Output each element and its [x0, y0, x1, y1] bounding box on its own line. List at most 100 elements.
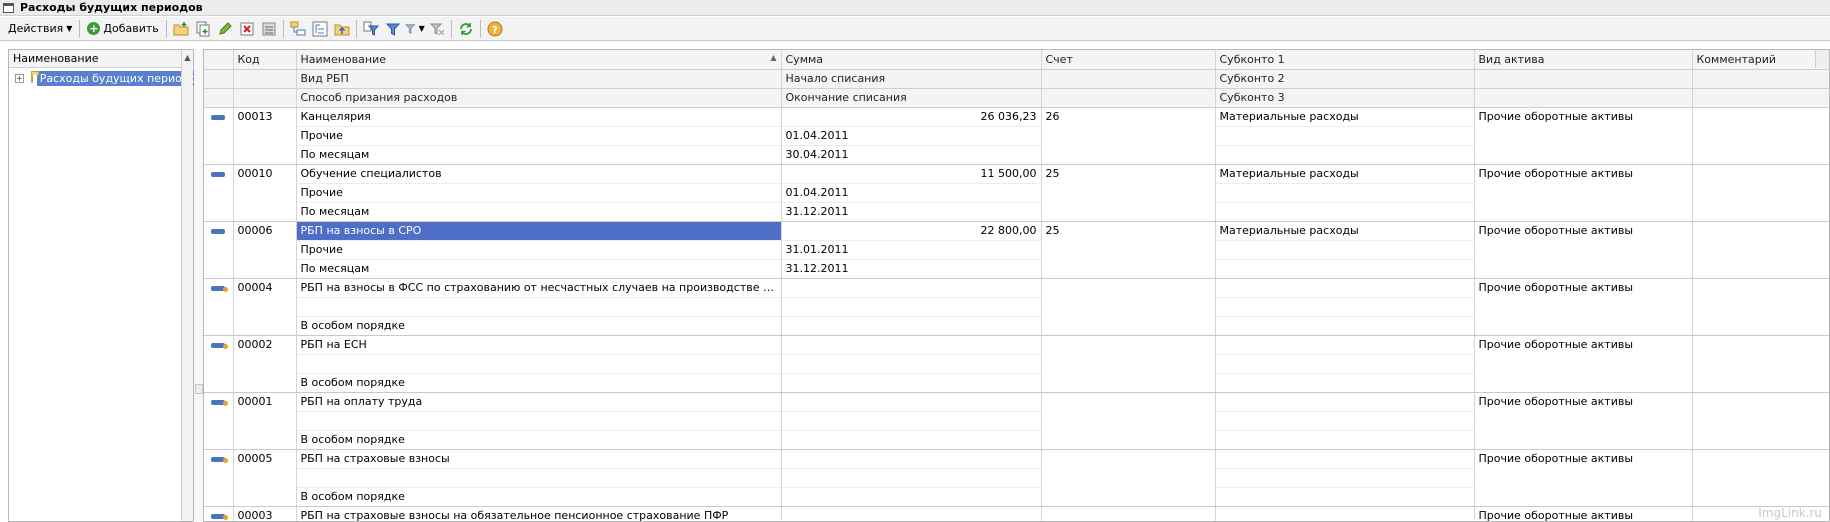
cell-empty[interactable] [1692, 487, 1829, 507]
row-icon-cell[interactable] [204, 468, 234, 487]
cell-asset-type[interactable]: Прочие оборотные активы [1474, 107, 1693, 126]
table-row[interactable]: 00003 РБП на страховые взносы на обязате… [204, 506, 1829, 521]
cell-empty[interactable] [233, 468, 297, 487]
table-row[interactable]: 00004 РБП на взносы в ФСС по страхованию… [204, 278, 1829, 336]
cell-subkonto1[interactable] [1215, 335, 1475, 355]
cell-subkonto3[interactable] [1215, 373, 1475, 393]
cell-empty[interactable] [1474, 240, 1693, 259]
cell-method[interactable]: В особом порядке [296, 487, 782, 507]
header-icon-column[interactable] [204, 50, 234, 70]
row-icon-cell[interactable] [204, 392, 234, 411]
header-empty[interactable] [233, 88, 297, 108]
cell-name[interactable]: РБП на страховые взносы на обязательное … [296, 506, 782, 521]
cell-empty[interactable] [1692, 430, 1829, 450]
cell-code[interactable]: 00006 [233, 221, 297, 240]
cell-name[interactable]: РБП на ЕСН [296, 335, 782, 355]
cell-subkonto1[interactable] [1215, 278, 1475, 298]
cell-empty[interactable] [233, 316, 297, 336]
cell-sum[interactable]: 26 036,23 [781, 107, 1042, 127]
row-icon-cell[interactable] [204, 506, 234, 521]
cell-method[interactable]: По месяцам [296, 145, 782, 165]
cell-empty[interactable] [1692, 202, 1829, 222]
row-icon-cell[interactable] [204, 430, 234, 450]
cell-empty[interactable] [1474, 373, 1693, 393]
header-empty[interactable] [1474, 88, 1693, 108]
row-icon-cell[interactable] [204, 202, 234, 222]
cell-asset-type[interactable]: Прочие оборотные активы [1474, 278, 1693, 297]
cell-empty[interactable] [1474, 202, 1693, 222]
header-rbp-type[interactable]: Вид РБП [296, 69, 782, 89]
cell-empty[interactable] [1692, 297, 1829, 316]
cell-rbp-type[interactable]: Прочие [296, 240, 782, 260]
cell-asset-type[interactable]: Прочие оборотные активы [1474, 449, 1693, 468]
cell-empty[interactable] [1474, 487, 1693, 507]
header-start[interactable]: Начало списания [781, 69, 1042, 89]
actions-menu-button[interactable]: Действия ▼ [4, 19, 76, 39]
header-empty[interactable] [233, 69, 297, 89]
cell-name[interactable]: Канцелярия [296, 107, 782, 127]
cell-empty[interactable] [1474, 430, 1693, 450]
cell-start[interactable]: 01.04.2011 [781, 126, 1042, 146]
cell-comment[interactable] [1692, 221, 1829, 240]
cell-empty[interactable] [233, 487, 297, 507]
row-icon-cell[interactable] [204, 240, 234, 259]
cell-empty[interactable] [1041, 259, 1216, 279]
cell-start[interactable]: 31.01.2011 [781, 240, 1042, 260]
cell-comment[interactable] [1692, 392, 1829, 411]
cell-comment[interactable] [1692, 278, 1829, 297]
cell-sum[interactable] [781, 506, 1042, 521]
header-subkonto3[interactable]: Субконто 3 [1215, 88, 1475, 108]
cell-asset-type[interactable]: Прочие оборотные активы [1474, 164, 1693, 183]
cell-empty[interactable] [1692, 354, 1829, 373]
cell-empty[interactable] [1041, 183, 1216, 202]
cell-sum[interactable] [781, 278, 1042, 298]
cell-empty[interactable] [1692, 183, 1829, 202]
filter-settings-button[interactable] [361, 19, 381, 39]
table-row[interactable]: 00002 РБП на ЕСН Прочие оборотные активы… [204, 335, 1829, 393]
cell-subkonto2[interactable] [1215, 354, 1475, 374]
header-empty[interactable] [1692, 88, 1829, 108]
row-icon-cell[interactable] [204, 278, 234, 297]
header-icon-column[interactable] [204, 69, 234, 89]
filter-by-value-button[interactable] [383, 19, 403, 39]
grid-vertical-scrollbar[interactable] [1815, 50, 1829, 68]
cell-empty[interactable] [1041, 126, 1216, 145]
row-icon-cell[interactable] [204, 221, 234, 240]
cell-empty[interactable] [1474, 145, 1693, 165]
header-comment[interactable]: Комментарий [1692, 50, 1829, 70]
cell-subkonto2[interactable] [1215, 126, 1475, 146]
clear-filter-button[interactable] [427, 19, 447, 39]
cell-empty[interactable] [1692, 411, 1829, 430]
table-row[interactable]: 00001 РБП на оплату труда Прочие оборотн… [204, 392, 1829, 450]
cell-empty[interactable] [1041, 354, 1216, 373]
row-icon-cell[interactable] [204, 449, 234, 468]
cell-account[interactable]: 25 [1041, 164, 1216, 183]
cell-code[interactable]: 00003 [233, 506, 297, 521]
cell-empty[interactable] [1692, 126, 1829, 145]
cell-start[interactable] [781, 468, 1042, 488]
table-row[interactable]: 00010 Обучение специалистов 11 500,00 25… [204, 164, 1829, 222]
cell-name[interactable]: РБП на страховые взносы [296, 449, 782, 469]
table-row[interactable]: 00013 Канцелярия 26 036,23 26 Материальн… [204, 107, 1829, 165]
cell-start[interactable] [781, 354, 1042, 374]
delete-button[interactable] [237, 19, 257, 39]
cell-subkonto3[interactable] [1215, 202, 1475, 222]
expand-icon[interactable]: + [15, 73, 24, 83]
tree-item[interactable]: + Расходы будущих периодов [9, 68, 206, 88]
cell-subkonto2[interactable] [1215, 240, 1475, 260]
cell-comment[interactable] [1692, 107, 1829, 126]
cell-empty[interactable] [233, 145, 297, 165]
cell-code[interactable]: 00001 [233, 392, 297, 411]
edit-button[interactable] [215, 19, 235, 39]
cell-name[interactable]: РБП на оплату труда [296, 392, 782, 412]
cell-subkonto3[interactable] [1215, 145, 1475, 165]
row-icon-cell[interactable] [204, 183, 234, 202]
cell-sum[interactable] [781, 392, 1042, 412]
row-icon-cell[interactable] [204, 297, 234, 316]
cell-empty[interactable] [1474, 183, 1693, 202]
header-icon-column[interactable] [204, 88, 234, 108]
cell-account[interactable] [1041, 278, 1216, 297]
cell-empty[interactable] [233, 126, 297, 145]
cell-empty[interactable] [233, 430, 297, 450]
cell-empty[interactable] [1474, 316, 1693, 336]
